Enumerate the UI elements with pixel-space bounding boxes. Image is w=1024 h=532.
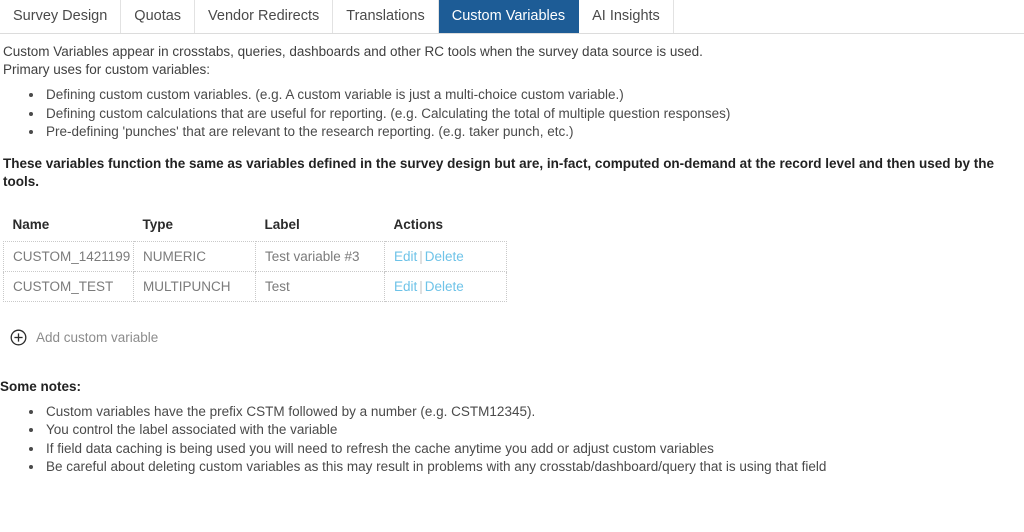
cell-variable-type: NUMERIC bbox=[133, 240, 256, 272]
tab-bar: Survey Design Quotas Vendor Redirects Tr… bbox=[0, 0, 1024, 34]
column-header-name: Name bbox=[12, 216, 50, 232]
list-item: If field data caching is being used you … bbox=[44, 440, 1024, 459]
add-custom-variable-label: Add custom variable bbox=[36, 329, 159, 345]
table-header-row: Name Type Label Actions bbox=[4, 217, 507, 242]
table-row: CUSTOM_TEST MULTIPUNCH Test Edit | Delete bbox=[3, 270, 507, 302]
custom-variables-table-wrapper: Name Type Label Actions CUSTOM_1421199 N… bbox=[0, 217, 1024, 302]
intro-line-1: Custom Variables appear in crosstabs, qu… bbox=[3, 44, 703, 59]
notes-list: Custom variables have the prefix CSTM fo… bbox=[0, 403, 1024, 477]
notes-title: Some notes: bbox=[0, 378, 82, 394]
cell-variable-label: Test variable #3 bbox=[255, 240, 385, 272]
tab-quotas[interactable]: Quotas bbox=[121, 0, 196, 33]
list-item: Defining custom calculations that are us… bbox=[44, 105, 1024, 124]
tab-translations[interactable]: Translations bbox=[333, 0, 439, 33]
cell-variable-name: CUSTOM_1421199 bbox=[3, 240, 134, 272]
list-item: You control the label associated with th… bbox=[44, 421, 1024, 440]
action-separator: | bbox=[419, 248, 423, 264]
column-header-type: Type bbox=[142, 216, 174, 232]
intro-paragraph: Custom Variables appear in crosstabs, qu… bbox=[0, 34, 1024, 79]
list-item: Pre-defining 'punches' that are relevant… bbox=[44, 123, 1024, 142]
table-row: CUSTOM_1421199 NUMERIC Test variable #3 … bbox=[3, 240, 507, 272]
cell-actions: Edit | Delete bbox=[384, 240, 507, 272]
cell-actions: Edit | Delete bbox=[384, 270, 507, 302]
cell-variable-label: Test bbox=[255, 270, 385, 302]
column-header-actions: Actions bbox=[393, 216, 444, 232]
intro-line-2: Primary uses for custom variables: bbox=[3, 62, 211, 77]
variables-description-note: These variables function the same as var… bbox=[3, 155, 994, 189]
list-item: Be careful about deleting custom variabl… bbox=[44, 458, 1024, 477]
table-header: Name Type Label Actions bbox=[4, 217, 507, 242]
action-separator: | bbox=[419, 278, 423, 294]
edit-link[interactable]: Edit bbox=[394, 249, 417, 264]
custom-variables-table: Name Type Label Actions CUSTOM_1421199 N… bbox=[3, 217, 507, 302]
primary-uses-list: Defining custom custom variables. (e.g. … bbox=[0, 86, 1024, 142]
table-body: CUSTOM_1421199 NUMERIC Test variable #3 … bbox=[3, 240, 507, 302]
delete-link[interactable]: Delete bbox=[425, 279, 464, 294]
main-content: Custom Variables appear in crosstabs, qu… bbox=[0, 34, 1024, 477]
edit-link[interactable]: Edit bbox=[394, 279, 417, 294]
tab-vendor-redirects[interactable]: Vendor Redirects bbox=[195, 0, 334, 33]
delete-link[interactable]: Delete bbox=[425, 249, 464, 264]
add-custom-variable-button[interactable]: Add custom variable bbox=[0, 329, 210, 346]
column-header-label: Label bbox=[264, 216, 300, 232]
list-item: Defining custom custom variables. (e.g. … bbox=[44, 86, 1024, 105]
list-item: Custom variables have the prefix CSTM fo… bbox=[44, 403, 1024, 422]
tab-survey-design[interactable]: Survey Design bbox=[0, 0, 122, 33]
cell-variable-type: MULTIPUNCH bbox=[133, 270, 256, 302]
tab-custom-variables[interactable]: Custom Variables bbox=[438, 0, 580, 33]
plus-circle-icon bbox=[10, 329, 27, 346]
tab-ai-insights[interactable]: AI Insights bbox=[579, 0, 674, 33]
cell-variable-name: CUSTOM_TEST bbox=[3, 270, 134, 302]
